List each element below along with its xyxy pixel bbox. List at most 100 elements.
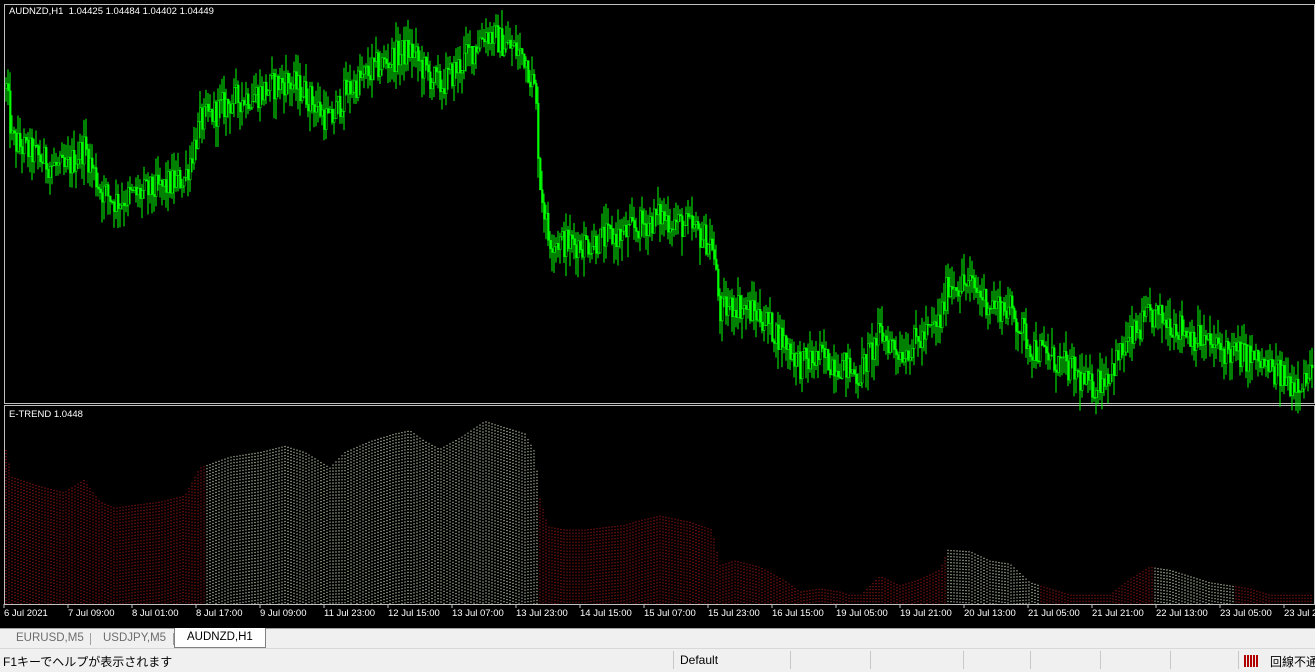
candle-body xyxy=(525,60,528,68)
candle-body xyxy=(33,145,36,163)
candle-body xyxy=(813,362,816,366)
candle-body xyxy=(1155,305,1158,311)
candle-body xyxy=(37,145,40,156)
candle-body xyxy=(395,40,398,72)
candle-body xyxy=(823,348,826,358)
candle-body xyxy=(699,228,702,248)
candle-body xyxy=(901,351,904,363)
candle-body xyxy=(601,226,604,230)
x-tick-label: 13 Jul 07:00 xyxy=(452,608,504,619)
candle-body xyxy=(1181,315,1184,336)
chart-window[interactable]: AUDNZD,H1 1.04425 1.04484 1.04402 1.0444… xyxy=(0,0,1315,628)
candle-body xyxy=(609,225,612,229)
candle-body xyxy=(915,327,918,337)
candle-body xyxy=(725,296,728,316)
candle-body xyxy=(553,246,556,253)
candle-body xyxy=(479,37,482,49)
candle-body xyxy=(1063,351,1066,358)
candle-body xyxy=(353,80,356,93)
candle-body xyxy=(179,170,182,188)
x-tick-label: 21 Jul 05:00 xyxy=(1028,608,1080,619)
x-tick-label: 6 Jul 2021 xyxy=(4,608,48,619)
candle-body xyxy=(1187,331,1190,338)
candle-body xyxy=(1309,364,1312,379)
candle-body xyxy=(839,376,842,379)
candle-body xyxy=(157,174,160,185)
candle-body xyxy=(917,336,920,342)
candle-body xyxy=(1255,349,1258,361)
candle-body xyxy=(545,212,548,220)
candle-body xyxy=(339,95,342,117)
candle-body xyxy=(711,238,714,251)
candle-body xyxy=(671,228,674,231)
candle-body xyxy=(723,296,726,299)
candle-body xyxy=(873,338,876,360)
candle-body xyxy=(333,118,336,123)
candle-body xyxy=(183,177,186,187)
x-tick-label: 23 Jul 2 xyxy=(1284,608,1315,619)
candle-body xyxy=(691,215,694,229)
candle-body xyxy=(1061,356,1064,359)
candle-body xyxy=(417,46,420,62)
candle-body xyxy=(1131,325,1134,344)
candle-body xyxy=(217,100,220,127)
candle-body xyxy=(457,59,460,74)
price-candles xyxy=(5,10,1314,415)
candle-body xyxy=(559,236,562,250)
candle-body xyxy=(1139,329,1142,340)
candle-body xyxy=(1125,340,1128,353)
candle-body xyxy=(109,195,112,202)
candle-body xyxy=(787,343,790,350)
candle-body xyxy=(1239,341,1242,368)
connection-status-icon[interactable] xyxy=(1244,654,1266,667)
candle-body xyxy=(939,314,942,328)
candle-body xyxy=(677,214,680,223)
candle-body xyxy=(721,297,724,322)
candle-body xyxy=(707,244,710,255)
candle-body xyxy=(451,63,454,87)
connection-status-text[interactable]: 回線不通 xyxy=(1270,653,1315,670)
candle-body xyxy=(697,221,700,229)
candle-body xyxy=(285,72,288,96)
candle-body xyxy=(647,222,650,236)
candle-body xyxy=(1287,376,1290,379)
candle-body xyxy=(925,323,928,340)
tab-eurusd-m5[interactable]: EURUSD,M5 xyxy=(4,629,96,647)
candle-body xyxy=(615,233,618,247)
profile-name[interactable]: Default xyxy=(680,653,718,667)
candle-body xyxy=(589,253,592,255)
candle-body xyxy=(227,98,230,105)
candle-body xyxy=(543,202,546,220)
candle-body xyxy=(369,75,372,81)
candle-body xyxy=(377,52,380,77)
x-tick-label: 21 Jul 21:00 xyxy=(1092,608,1144,619)
candle-body xyxy=(833,359,836,377)
candle-body xyxy=(897,354,900,360)
candle-body xyxy=(885,335,888,341)
candle-body xyxy=(931,322,934,325)
candle-body xyxy=(25,137,28,141)
candle-body xyxy=(993,300,996,309)
candle-body xyxy=(1303,372,1306,390)
candle-body xyxy=(7,83,10,92)
candle-body xyxy=(1053,347,1056,371)
candle-body xyxy=(1157,305,1160,315)
tab-usdjpy-m5[interactable]: USDJPY,M5 xyxy=(91,629,178,647)
candle-body xyxy=(579,240,582,250)
candle-body xyxy=(987,307,990,316)
candle-body xyxy=(55,162,58,166)
tab-audnzd-h1[interactable]: AUDNZD,H1 xyxy=(174,628,266,648)
chart-canvas[interactable] xyxy=(0,0,1315,628)
candle-body xyxy=(945,276,948,311)
candle-body xyxy=(71,150,74,174)
candle-body xyxy=(357,70,360,98)
candle-body xyxy=(687,213,690,218)
candle-body xyxy=(511,45,514,49)
x-tick-label: 8 Jul 01:00 xyxy=(132,608,179,619)
candle-body xyxy=(637,231,640,239)
candle-body xyxy=(299,75,302,101)
candle-body xyxy=(309,86,312,112)
candle-body xyxy=(501,28,504,57)
candle-body xyxy=(555,243,558,248)
x-tick-label: 16 Jul 15:00 xyxy=(772,608,824,619)
